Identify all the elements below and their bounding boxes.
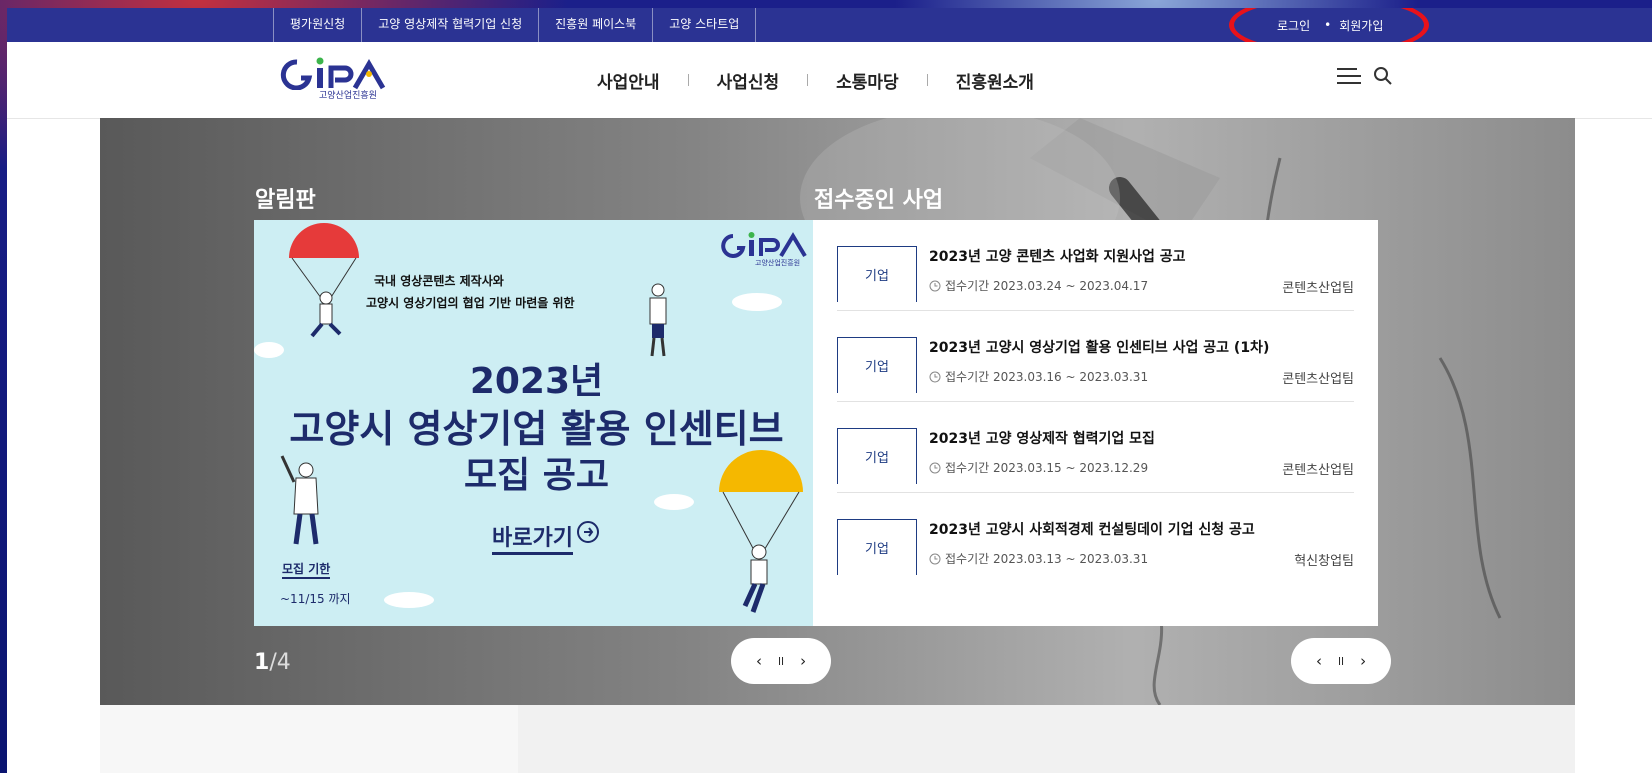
menu-icon[interactable]: [1337, 66, 1361, 86]
main-nav: 사업안내 사업신청 소통마당 진흥원소개: [597, 42, 1034, 118]
pager-current: 1: [254, 650, 270, 675]
period-text: 접수기간 2023.03.24 ~ 2023.04.17: [945, 279, 1149, 293]
link-startup[interactable]: 고양 스타트업: [652, 8, 757, 42]
cloud-icon: [732, 293, 782, 311]
banner-year: 2023년: [469, 361, 604, 402]
clock-icon: [929, 553, 941, 564]
list-item-period: 접수기간 2023.03.16 ~ 2023.03.31: [929, 368, 1148, 385]
list-item-title[interactable]: 2023년 고양시 사회적경제 컨설팅데이 기업 신청 공고: [929, 519, 1255, 539]
banner-title-line1: 고양시 영상기업 활용 인센티브: [289, 407, 784, 451]
category-tag: 기업: [837, 519, 917, 575]
utility-bar: 평가원신청 고양 영상제작 협력기업 신청 진흥원 페이스북 고양 스타트업 로…: [7, 8, 1652, 42]
link-evaluator-apply[interactable]: 평가원신청: [273, 8, 361, 42]
list-item-team: 콘텐츠산업팀: [1282, 281, 1354, 296]
period-text: 접수기간 2023.03.16 ~ 2023.03.31: [945, 370, 1149, 384]
list-item-period: 접수기간 2023.03.15 ~ 2023.12.29: [929, 459, 1148, 476]
login-link[interactable]: 로그인: [1277, 17, 1310, 34]
receipt-list-title: 접수중인 사업: [814, 188, 944, 213]
next-button[interactable]: ›: [800, 652, 806, 670]
site-header: 고양산업진흥원 사업안내 사업신청 소통마당 진흥원소개: [7, 42, 1652, 119]
nav-business-info[interactable]: 사업안내: [597, 68, 660, 93]
banner-slide-controls: ‹ ll ›: [731, 638, 831, 684]
clock-icon: [929, 280, 941, 291]
banner-deadline-date: ~11/15 까지: [280, 592, 351, 606]
link-partner-apply[interactable]: 고양 영상제작 협력기업 신청: [361, 8, 538, 42]
banner-logo-sub: 고양산업진흥원: [755, 258, 800, 266]
lower-section-right: [518, 705, 1575, 773]
gipa-logo-icon: [280, 57, 386, 91]
pause-button[interactable]: ll: [778, 655, 784, 668]
separator-dot: •: [1324, 18, 1332, 32]
nav-business-apply[interactable]: 사업신청: [717, 68, 780, 93]
list-item-period: 접수기간 2023.03.13 ~ 2023.03.31: [929, 550, 1148, 567]
cloud-icon: [384, 592, 434, 608]
period-text: 접수기간 2023.03.13 ~ 2023.03.31: [945, 552, 1149, 566]
period-text: 접수기간 2023.03.15 ~ 2023.12.29: [945, 461, 1149, 475]
nav-community[interactable]: 소통마당: [836, 68, 899, 93]
notice-board-title: 알림판: [255, 188, 316, 213]
banner-go-link[interactable]: 바로가기: [492, 520, 573, 555]
nav-about[interactable]: 진흥원소개: [956, 68, 1034, 93]
nav-separator: [687, 74, 689, 86]
utility-links: 평가원신청 고양 영상제작 협력기업 신청 진흥원 페이스북 고양 스타트업: [273, 8, 757, 42]
list-slide-controls: ‹ ll ›: [1291, 638, 1391, 684]
hero-section: 알림판 접수중인 사업 고양산업진흥원 국내 영상콘텐츠 제작사와 고양시 영상…: [100, 118, 1575, 705]
banner-subtitle-2: 고양시 영상기업의 협업 기반 마련을 위한: [366, 296, 575, 310]
category-tag: 기업: [837, 337, 917, 393]
list-item[interactable]: 기업 2023년 고양시 영상기업 활용 인센티브 사업 공고 (1차) 접수기…: [837, 311, 1354, 402]
category-tag: 기업: [837, 428, 917, 484]
list-item-title[interactable]: 2023년 고양시 영상기업 활용 인센티브 사업 공고 (1차): [929, 337, 1269, 357]
clock-icon: [929, 371, 941, 382]
browser-page: 평가원신청 고양 영상제작 협력기업 신청 진흥원 페이스북 고양 스타트업 로…: [7, 8, 1652, 773]
list-item-team: 콘텐츠산업팀: [1282, 372, 1354, 387]
search-icon[interactable]: [1373, 66, 1393, 86]
link-facebook[interactable]: 진흥원 페이스북: [538, 8, 652, 42]
banner-subtitle-1: 국내 영상콘텐츠 제작사와: [374, 274, 504, 288]
category-tag: 기업: [837, 246, 917, 302]
parachute-figure-left-icon: [289, 223, 359, 338]
person-figure-icon: [649, 283, 667, 357]
notice-banner[interactable]: 고양산업진흥원 국내 영상콘텐츠 제작사와 고양시 영상기업의 협업 기반 마련…: [254, 220, 819, 626]
header-icons: [1337, 66, 1393, 86]
prev-button[interactable]: ‹: [756, 652, 762, 670]
list-item-team: 혁신창업팀: [1294, 554, 1354, 569]
arrow-circle-icon[interactable]: [576, 520, 600, 544]
pause-button[interactable]: ll: [1338, 655, 1344, 668]
list-item[interactable]: 기업 2023년 고양 영상제작 협력기업 모집 접수기간 2023.03.15…: [837, 402, 1354, 493]
nav-separator: [807, 74, 809, 86]
site-logo[interactable]: 고양산업진흥원: [279, 56, 399, 101]
cloud-icon: [654, 494, 694, 510]
clock-icon: [929, 462, 941, 473]
pager-total: /4: [269, 650, 291, 675]
cloud-icon: [254, 342, 284, 358]
list-item-title[interactable]: 2023년 고양 영상제작 협력기업 모집: [929, 428, 1155, 448]
signup-link[interactable]: 회원가입: [1339, 17, 1383, 34]
list-item-title[interactable]: 2023년 고양 콘텐츠 사업화 지원사업 공고: [929, 246, 1186, 266]
standing-figure-icon: [280, 455, 319, 545]
list-item[interactable]: 기업 2023년 고양시 사회적경제 컨설팅데이 기업 신청 공고 접수기간 2…: [837, 493, 1354, 583]
list-item[interactable]: 기업 2023년 고양 콘텐츠 사업화 지원사업 공고 접수기간 2023.03…: [837, 220, 1354, 311]
receipt-list: 기업 2023년 고양 콘텐츠 사업화 지원사업 공고 접수기간 2023.03…: [813, 220, 1378, 626]
banner-deadline-label: 모집 기한: [282, 560, 331, 579]
logo-subtitle: 고양산업진흥원: [319, 91, 377, 101]
lower-section-left: [100, 705, 518, 773]
next-button[interactable]: ›: [1360, 652, 1366, 670]
parachute-figure-right-icon: [719, 450, 803, 613]
banner-logo-icon: 고양산업진흥원: [721, 232, 807, 266]
list-item-period: 접수기간 2023.03.24 ~ 2023.04.17: [929, 277, 1148, 294]
nav-separator: [926, 74, 928, 86]
prev-button[interactable]: ‹: [1316, 652, 1322, 670]
list-item-team: 콘텐츠산업팀: [1282, 463, 1354, 478]
banner-pager: 1/4: [254, 650, 291, 675]
auth-links: 로그인 • 회원가입: [1277, 8, 1383, 42]
